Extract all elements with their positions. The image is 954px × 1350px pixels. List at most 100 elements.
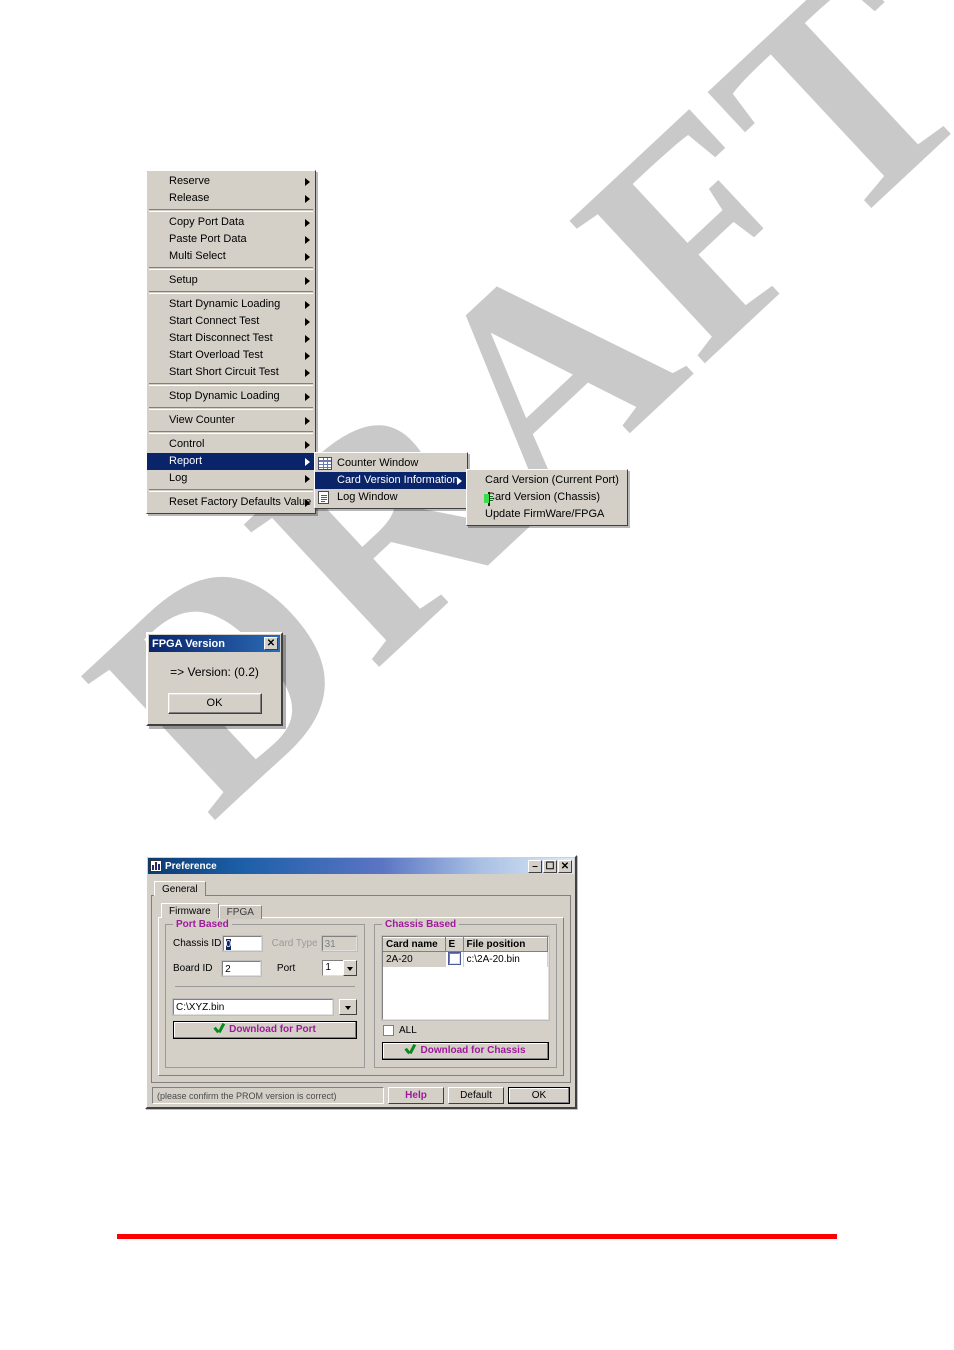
chevron-right-icon — [305, 317, 310, 326]
menu-separator — [149, 383, 313, 386]
report-submenu[interactable]: Counter Window Card Version Information … — [314, 452, 468, 509]
check-icon — [405, 1044, 416, 1054]
chassis-id-label: Chassis ID — [173, 938, 222, 949]
outer-tabstrip: General — [151, 878, 571, 896]
cell-file-position: c:\2A-20.bin — [463, 951, 548, 967]
download-for-chassis-button[interactable]: Download for Chassis — [382, 1042, 549, 1060]
cell-enabled[interactable] — [445, 951, 464, 967]
table-row[interactable]: 2A-20 c:\2A-20.bin — [383, 951, 548, 967]
minimize-icon[interactable]: – — [528, 859, 542, 873]
all-checkbox[interactable] — [383, 1025, 394, 1036]
chevron-right-icon — [305, 300, 310, 309]
firmware-panel: Port Based Chassis ID 0 Card Type 31 Boa… — [158, 917, 564, 1076]
card-type-input: 31 — [320, 935, 359, 952]
chassis-based-title: Chassis Based — [382, 919, 460, 930]
menu-item-reserve[interactable]: Reserve — [147, 173, 315, 190]
board-id-input[interactable]: 2 — [221, 959, 262, 977]
menu-item-label: Card Version (Current Port) — [485, 474, 619, 486]
port-select[interactable]: 1 — [322, 960, 357, 976]
preference-title: Preference — [165, 860, 217, 872]
menu-separator — [149, 431, 313, 434]
context-menu[interactable]: Reserve Release Copy Port Data Paste Por… — [146, 170, 316, 514]
menu-item-log[interactable]: Log — [147, 470, 315, 487]
menu-item-label: Report — [169, 455, 203, 467]
menu-item-label: Log — [169, 472, 188, 484]
menu-item-update-firmware-fpga[interactable]: Update FirmWare/FPGA — [467, 506, 627, 523]
menu-item-release[interactable]: Release — [147, 190, 315, 207]
tab-firmware[interactable]: Firmware — [161, 903, 219, 918]
menu-item-stop-dynamic-loading[interactable]: Stop Dynamic Loading — [147, 388, 315, 405]
menu-item-label: Start Short Circuit Test — [169, 366, 279, 378]
menu-item-counter-window[interactable]: Counter Window — [315, 455, 467, 472]
menu-item-label: Log Window — [337, 491, 398, 503]
menu-item-report[interactable]: Report — [147, 453, 315, 470]
menu-item-paste-port-data[interactable]: Paste Port Data — [147, 231, 315, 248]
menu-item-start-dynamic-loading[interactable]: Start Dynamic Loading — [147, 296, 315, 313]
fpga-ok-button[interactable]: OK — [167, 693, 262, 714]
menu-item-card-version-information[interactable]: Card Version Information — [315, 472, 467, 489]
menu-item-start-short-circuit-test[interactable]: Start Short Circuit Test — [147, 364, 315, 381]
table-header-row: Card name E File position — [383, 937, 548, 952]
close-icon[interactable]: ✕ — [558, 859, 572, 873]
chassis-card-grid: Card name E File position 2A-20 c:\2A-20… — [383, 937, 548, 967]
maximize-icon[interactable]: ☐ — [543, 859, 557, 873]
download-for-chassis-label: Download for Chassis — [420, 1045, 526, 1056]
close-icon[interactable]: ✕ — [264, 637, 278, 650]
menu-item-view-counter[interactable]: View Counter — [147, 412, 315, 429]
help-button[interactable]: Help — [388, 1087, 444, 1104]
fpga-dialog-title: FPGA Version — [152, 637, 225, 650]
fpga-version-dialog: FPGA Version ✕ => Version: (0.2) OK — [146, 632, 283, 726]
menu-item-card-version-chassis[interactable]: Card Version (Chassis) — [467, 489, 627, 506]
menu-item-card-version-current-port[interactable]: Card Version (Current Port) — [467, 472, 627, 489]
download-for-port-button[interactable]: Download for Port — [173, 1021, 357, 1039]
menu-item-start-disconnect-test[interactable]: Start Disconnect Test — [147, 330, 315, 347]
firmware-path-input[interactable]: C:\XYZ.bin — [172, 998, 334, 1016]
tab-general[interactable]: General — [154, 881, 206, 896]
document-icon — [318, 491, 329, 504]
enable-checkbox[interactable] — [447, 952, 461, 966]
fpga-version-text: => Version: (0.2) — [170, 665, 259, 679]
menu-item-start-connect-test[interactable]: Start Connect Test — [147, 313, 315, 330]
menu-item-label: Stop Dynamic Loading — [169, 390, 280, 402]
menu-item-label: Control — [169, 438, 205, 450]
chassis-based-group: Chassis Based Card name E File position — [374, 919, 557, 1068]
column-card-name: Card name — [383, 937, 446, 952]
browse-icon[interactable] — [339, 999, 357, 1015]
general-panel: Firmware FPGA Port Based Chassis ID 0 Ca… — [151, 896, 571, 1083]
menu-item-label: Counter Window — [337, 457, 419, 469]
fpga-dialog-titlebar[interactable]: FPGA Version ✕ — [149, 635, 280, 652]
menu-item-control[interactable]: Control — [147, 436, 315, 453]
menu-separator — [149, 489, 313, 492]
ok-button[interactable]: OK — [508, 1087, 570, 1104]
card-icon — [484, 492, 493, 506]
status-message: (please confirm the PROM version is corr… — [152, 1087, 384, 1104]
menu-item-reset-factory-defaults-value[interactable]: Reset Factory Defaults Value — [147, 494, 315, 511]
card-version-submenu[interactable]: Card Version (Current Port) Card Version… — [466, 469, 628, 526]
preference-titlebar[interactable]: Preference – ☐ ✕ — [148, 858, 574, 874]
default-button[interactable]: Default — [448, 1087, 504, 1104]
menu-item-log-window[interactable]: Log Window — [315, 489, 467, 506]
menu-item-setup[interactable]: Setup — [147, 272, 315, 289]
menu-item-start-overload-test[interactable]: Start Overload Test — [147, 347, 315, 364]
menu-item-label: Release — [169, 192, 210, 204]
tab-fpga[interactable]: FPGA — [218, 905, 262, 919]
menu-item-label: Paste Port Data — [169, 233, 247, 245]
chevron-right-icon — [305, 252, 310, 261]
menu-item-label: Multi Select — [169, 250, 226, 262]
menu-item-copy-port-data[interactable]: Copy Port Data — [147, 214, 315, 231]
menu-item-label: View Counter — [169, 414, 235, 426]
chevron-right-icon — [305, 177, 310, 186]
port-select-value: 1 — [322, 960, 343, 976]
menu-item-label: Copy Port Data — [169, 216, 245, 228]
chevron-right-icon — [305, 498, 310, 507]
chevron-down-icon[interactable] — [342, 960, 357, 976]
chassis-card-table[interactable]: Card name E File position 2A-20 c:\2A-20… — [381, 935, 550, 1021]
chassis-id-input[interactable]: 0 — [221, 935, 263, 952]
menu-item-multi-select[interactable]: Multi Select — [147, 248, 315, 265]
menu-separator — [149, 407, 313, 410]
download-for-port-label: Download for Port — [229, 1024, 316, 1035]
menu-item-label: Start Overload Test — [169, 349, 263, 361]
app-icon — [150, 860, 162, 872]
board-id-label: Board ID — [173, 962, 213, 974]
menu-item-label: Setup — [169, 274, 198, 286]
